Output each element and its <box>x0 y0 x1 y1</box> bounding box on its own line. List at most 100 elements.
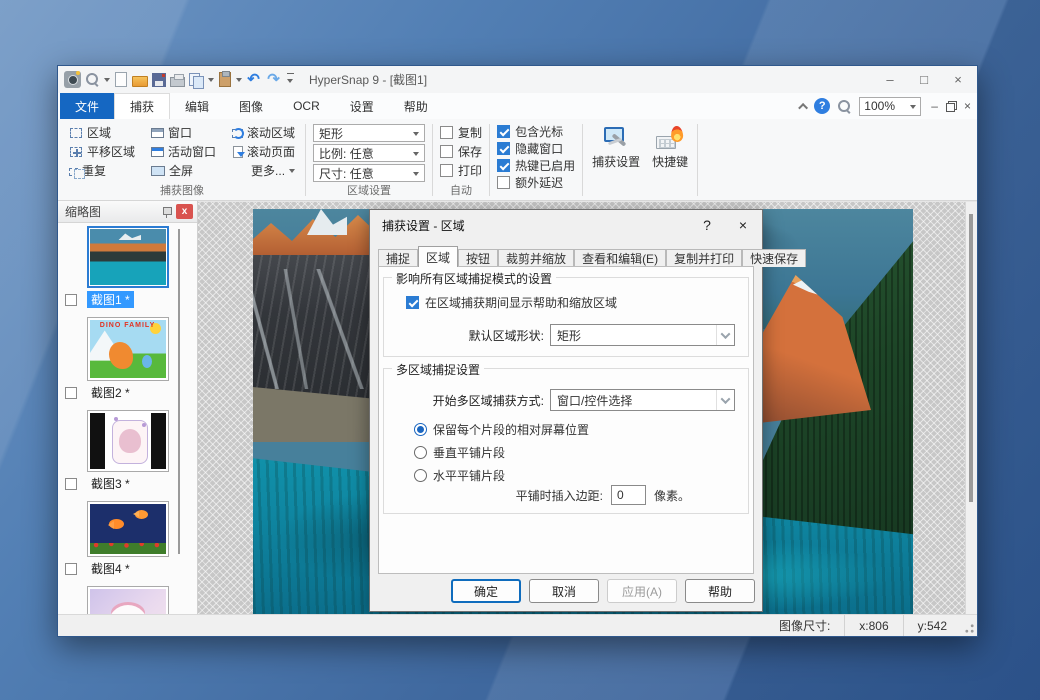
scrollbar-thumb[interactable] <box>969 214 973 502</box>
keep-relative-position-radio[interactable]: 保留每个片段的相对屏幕位置 <box>414 421 589 438</box>
customize-qat-icon[interactable] <box>285 73 295 86</box>
redo-icon[interactable]: ↷ <box>265 71 282 88</box>
hotkeys-button[interactable]: 快捷键 <box>646 122 694 200</box>
tab-help[interactable]: 帮助 <box>389 93 443 119</box>
thumbnail-label[interactable]: 截图1 * <box>87 291 134 308</box>
thumbnail-checkbox[interactable] <box>65 387 77 399</box>
maximize-button[interactable]: □ <box>909 69 939 91</box>
thumbnail-image-3[interactable] <box>87 410 169 472</box>
mdi-restore-button[interactable] <box>946 101 956 111</box>
paste-caret-icon[interactable] <box>236 78 242 85</box>
capture-fullscreen-button[interactable]: 全屏 <box>148 161 219 180</box>
dialog-help-button[interactable]: ? <box>698 217 716 233</box>
tab-file[interactable]: 文件 <box>60 93 114 119</box>
thumbnail-item: 截图1 * <box>58 226 197 308</box>
thumbnail-label[interactable]: 截图2 * <box>87 384 134 401</box>
zoom-tool-icon[interactable] <box>84 71 101 88</box>
pin-icon[interactable] <box>162 206 171 218</box>
capture-window-button[interactable]: 窗口 <box>148 123 219 142</box>
hide-window-checkbox[interactable]: 隐藏窗口 <box>497 140 575 157</box>
capture-active-window-button[interactable]: 活动窗口 <box>148 142 219 161</box>
view-zoom-icon[interactable] <box>836 98 853 115</box>
dialog-tab-capture[interactable]: 捕捉 <box>378 249 418 267</box>
mdi-close-button[interactable]: × <box>964 99 971 113</box>
capture-image-group: 区域 平移区域 重复 窗口 活动窗口 全屏 滚动区域 滚动页面 更多... 捕获… <box>62 122 302 200</box>
cancel-button[interactable]: 取消 <box>529 579 599 603</box>
tile-horizontally-radio[interactable]: 水平平铺片段 <box>414 467 589 484</box>
status-bar: 图像尺寸: x:806 y:542 <box>58 614 977 636</box>
thumbnail-label[interactable]: 截图3 * <box>87 475 134 492</box>
region-shape-combo[interactable]: 矩形 <box>313 124 425 142</box>
thumbnail-label[interactable]: 截图4 * <box>87 560 134 577</box>
dialog-close-button[interactable]: × <box>734 217 752 233</box>
copy-icon[interactable] <box>188 71 205 88</box>
dialog-tab-copy-print[interactable]: 复制并打印 <box>666 249 742 267</box>
print-icon[interactable] <box>170 77 185 87</box>
dialog-tab-buttons[interactable]: 按钮 <box>458 249 498 267</box>
canvas-vertical-scrollbar[interactable] <box>965 202 977 614</box>
multi-region-method-combo[interactable]: 窗口/控件选择 <box>550 389 735 411</box>
close-button[interactable]: × <box>943 69 973 91</box>
new-document-icon[interactable] <box>115 72 127 87</box>
thumbnail-image-1[interactable] <box>87 226 169 288</box>
scroll-region-icon <box>232 129 243 138</box>
auto-copy-checkbox[interactable]: 复制 <box>440 123 482 142</box>
thumbnail-image-5[interactable] <box>87 586 169 614</box>
default-shape-combo[interactable]: 矩形 <box>550 324 735 346</box>
minimize-button[interactable]: – <box>875 69 905 91</box>
help-button[interactable]: 帮助 <box>685 579 755 603</box>
tab-capture[interactable]: 捕获 <box>114 93 170 119</box>
tile-vertically-radio[interactable]: 垂直平铺片段 <box>414 444 589 461</box>
sidebar-scrollbar[interactable] <box>178 229 180 554</box>
thumbnail-item: DINO FAMILY 截图2 * <box>58 317 197 401</box>
auto-print-checkbox[interactable]: 打印 <box>440 161 482 180</box>
tab-settings[interactable]: 设置 <box>335 93 389 119</box>
more-caret-icon <box>289 169 295 176</box>
tile-margin-label: 平铺时插入边距: <box>516 487 603 504</box>
dialog-tab-region[interactable]: 区域 <box>418 246 458 267</box>
save-icon[interactable] <box>152 73 166 87</box>
hotkeys-enabled-checkbox[interactable]: 热键已启用 <box>497 157 575 174</box>
thumbnail-checkbox[interactable] <box>65 294 77 306</box>
tab-ocr[interactable]: OCR <box>278 93 335 119</box>
thumbnail-image-4[interactable] <box>87 501 169 557</box>
resize-grip[interactable] <box>961 615 977 636</box>
window-title: HyperSnap 9 - [截图1] <box>309 71 427 88</box>
capture-pan-region-button[interactable]: 平移区域 <box>66 142 138 161</box>
help-icon[interactable]: ? <box>814 98 830 114</box>
region-ratio-combo[interactable]: 比例: 任意 <box>313 144 425 162</box>
capture-region-button[interactable]: 区域 <box>66 123 138 142</box>
capture-more-button[interactable]: 更多... <box>229 161 298 180</box>
capture-settings-button[interactable]: 捕获设置 <box>586 122 646 200</box>
checkbox-checked-icon <box>406 296 419 309</box>
extra-delay-checkbox[interactable]: 额外延迟 <box>497 174 575 191</box>
capture-scroll-page-button[interactable]: 滚动页面 <box>229 142 298 161</box>
thumbnail-art-caption: DINO FAMILY <box>90 322 166 330</box>
thumbnail-checkbox[interactable] <box>65 563 77 575</box>
dialog-tab-quick-save[interactable]: 快速保存 <box>742 249 806 267</box>
tab-image[interactable]: 图像 <box>224 93 278 119</box>
thumbnail-image-2[interactable]: DINO FAMILY <box>87 317 169 381</box>
zoom-tool-caret-icon[interactable] <box>104 78 110 85</box>
dialog-tab-view-edit[interactable]: 查看和编辑(E) <box>574 249 666 267</box>
ok-button[interactable]: 确定 <box>451 579 521 603</box>
show-help-zoom-checkbox[interactable]: 在区域捕获期间显示帮助和缩放区域 <box>406 294 617 311</box>
zoom-level-combo[interactable]: 100% <box>859 97 921 116</box>
capture-scroll-region-button[interactable]: 滚动区域 <box>229 123 298 142</box>
include-cursor-checkbox[interactable]: 包含光标 <box>497 123 575 140</box>
checkbox-label: 在区域捕获期间显示帮助和缩放区域 <box>425 294 617 311</box>
undo-icon[interactable]: ↶ <box>245 71 262 88</box>
region-size-combo[interactable]: 尺寸: 任意 <box>313 164 425 182</box>
capture-repeat-button[interactable]: 重复 <box>66 161 138 180</box>
panel-close-icon[interactable]: x <box>176 204 193 219</box>
tab-edit[interactable]: 编辑 <box>170 93 224 119</box>
collapse-ribbon-icon[interactable] <box>798 102 808 112</box>
dialog-tab-crop-scale[interactable]: 裁剪并缩放 <box>498 249 574 267</box>
thumbnail-checkbox[interactable] <box>65 478 77 490</box>
open-folder-icon[interactable] <box>132 76 148 87</box>
paste-icon[interactable] <box>219 72 231 87</box>
mdi-minimize-button[interactable]: – <box>931 99 938 113</box>
copy-caret-icon[interactable] <box>208 78 214 85</box>
tile-margin-input[interactable]: 0 <box>611 485 646 505</box>
auto-save-checkbox[interactable]: 保存 <box>440 142 482 161</box>
